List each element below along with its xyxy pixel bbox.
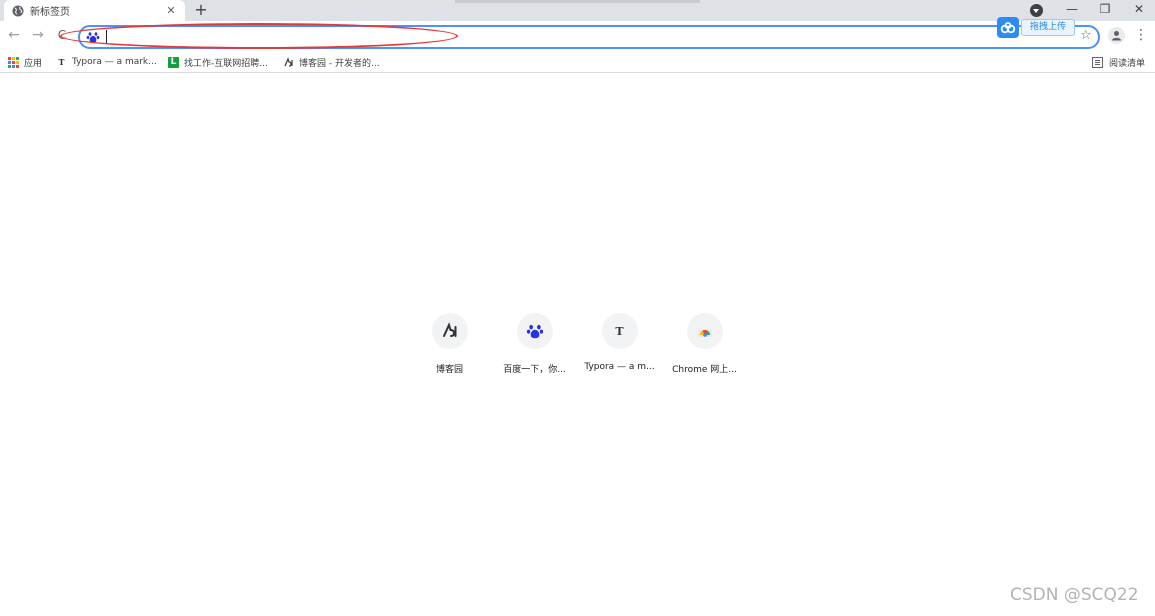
bookmark-typora[interactable]: T Typora — a mark... [56, 55, 157, 69]
forward-button[interactable]: → [29, 26, 47, 44]
reading-list-icon [1092, 56, 1103, 68]
cnblogs-icon [442, 322, 456, 337]
bookmarks-bar: 应用 T Typora — a mark... L 找工作-互联网招聘... 博… [0, 51, 1155, 73]
shortcut-tiles: 博客园 百度一下，你... T Typora — a m... Chrome 网… [407, 313, 747, 383]
toolbar: ← → C ☆ ⋮ [0, 21, 1155, 51]
shortcut-tile[interactable] [516, 313, 553, 349]
typora-icon: T [58, 57, 65, 67]
restore-button[interactable]: ❐ [1090, 0, 1120, 18]
address-input[interactable] [104, 29, 974, 45]
new-tab-button[interactable]: + [193, 1, 209, 19]
bookmark-lagou[interactable]: L 找工作-互联网招聘... [168, 55, 268, 69]
chrome-webstore-icon [697, 329, 712, 337]
minimize-button[interactable]: — [1057, 0, 1087, 18]
shortcut-typora[interactable]: T Typora — a m... [577, 313, 662, 383]
shortcut-cnblogs[interactable]: 博客园 [407, 313, 492, 383]
shortcut-tile[interactable] [686, 313, 723, 349]
shortcut-tile[interactable]: T [601, 313, 638, 349]
baidu-netdisk-icon[interactable] [997, 17, 1019, 38]
back-button[interactable]: ← [5, 26, 23, 44]
tab-strip: 新标签页 ✕ + — ❐ ✕ [0, 0, 1155, 21]
lagou-l-icon: L [168, 56, 179, 68]
tab-close-icon[interactable]: ✕ [165, 4, 177, 17]
shortcut-label: Typora — a m... [584, 362, 655, 372]
cnblogs-icon [283, 56, 294, 68]
watermark: CSDN @SCQ22 [1010, 585, 1139, 605]
bookmark-apps[interactable]: 应用 [8, 55, 42, 69]
bookmark-label: Typora — a mark... [72, 57, 157, 67]
bookmark-star-icon[interactable]: ☆ [1080, 28, 1092, 43]
drag-upload-button[interactable]: 拖拽上传 [1021, 19, 1075, 36]
shortcut-label: 百度一下，你... [503, 365, 566, 375]
reload-button[interactable]: C [53, 26, 71, 44]
bookmark-label: 博客园 - 开发者的... [299, 58, 380, 69]
tab-search-icon[interactable] [1030, 4, 1043, 17]
bookmark-cnblogs[interactable]: 博客园 - 开发者的... [283, 55, 380, 69]
person-icon [1112, 31, 1121, 41]
typora-icon: T [615, 324, 624, 338]
shortcut-label: 博客园 [435, 365, 463, 375]
globe-icon [12, 5, 24, 16]
tab-new-tab-page[interactable]: 新标签页 ✕ [4, 0, 185, 21]
reading-list-label: 阅读清单 [1109, 58, 1146, 69]
apps-grid-icon [8, 56, 19, 68]
shortcut-tile[interactable] [431, 313, 468, 349]
reading-list-button[interactable]: 阅读清单 [1092, 55, 1145, 69]
browser-window: 新标签页 ✕ + — ❐ ✕ ← → C ☆ ⋮ 拖拽上传 应用 T Typor… [0, 0, 1155, 616]
menu-dots-icon[interactable]: ⋮ [1134, 25, 1148, 45]
upload-popup: 拖拽上传 [997, 17, 1077, 38]
profile-avatar[interactable] [1108, 27, 1125, 44]
baidu-paw-icon [526, 324, 543, 339]
shortcut-baidu[interactable]: 百度一下，你... [492, 313, 577, 383]
window-drag-handle[interactable] [455, 0, 700, 3]
shortcut-chrome-webstore[interactable]: Chrome 网上... [662, 313, 747, 383]
baidu-paw-icon [86, 32, 100, 43]
text-caret [106, 30, 107, 44]
address-bar[interactable] [78, 25, 1100, 49]
bookmark-label: 找工作-互联网招聘... [184, 58, 268, 69]
close-window-button[interactable]: ✕ [1124, 0, 1154, 18]
tab-title: 新标签页 [30, 7, 70, 18]
bookmark-label: 应用 [24, 58, 43, 69]
shortcut-label: Chrome 网上... [672, 365, 737, 375]
